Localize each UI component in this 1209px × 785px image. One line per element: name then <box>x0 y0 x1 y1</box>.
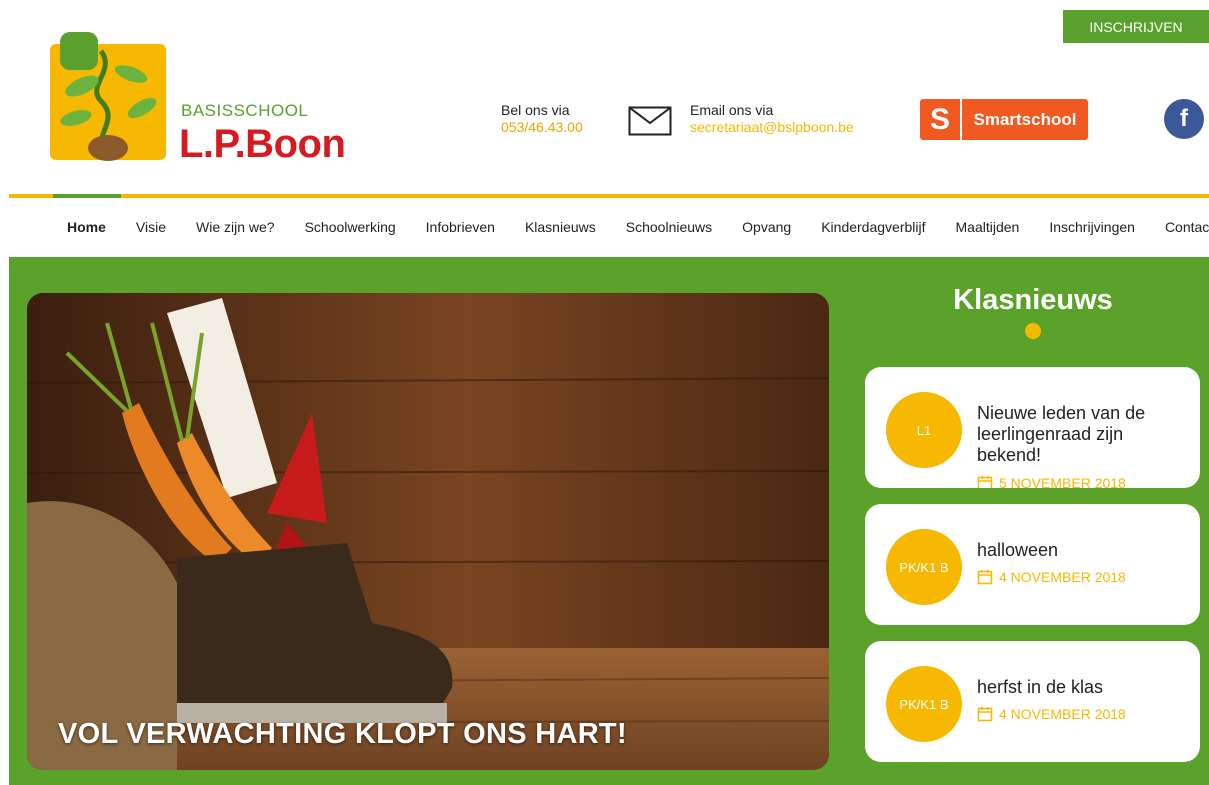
hero-slider[interactable]: VOL VERWACHTING KLOPT ONS HART! <box>27 293 829 770</box>
logo-plant-icon <box>50 32 166 161</box>
news-date: 4 NOVEMBER 2018 <box>977 706 1126 722</box>
nav-item-visie[interactable]: Visie <box>121 210 181 244</box>
news-title[interactable]: halloween <box>977 540 1187 561</box>
enroll-top-button[interactable]: INSCHRIJVEN <box>1063 10 1209 43</box>
main-navigation: Home Visie Wie zijn we? Schoolwerking In… <box>52 210 1209 244</box>
news-card[interactable]: L1 Nieuwe leden van de leerlingenraad zi… <box>865 367 1200 488</box>
class-badge: L1 <box>886 392 962 468</box>
nav-item-schoolwerking[interactable]: Schoolwerking <box>290 210 411 244</box>
news-date: 5 NOVEMBER 2018 <box>977 475 1126 488</box>
logo-subtitle: BASISSCHOOL <box>181 101 309 120</box>
class-badge: PK/K1 B <box>886 529 962 605</box>
nav-item-inschrijvingen[interactable]: Inschrijvingen <box>1034 210 1150 244</box>
smartschool-label: Smartschool <box>973 109 1077 129</box>
sidebar-title: Klasnieuws <box>953 284 1113 316</box>
school-logo[interactable]: BASISSCHOOL L.P.Boon <box>46 26 346 176</box>
nav-item-maaltijden[interactable]: Maaltijden <box>941 210 1035 244</box>
nav-item-wie-zijn-we[interactable]: Wie zijn we? <box>181 210 290 244</box>
nav-item-schoolnieuws[interactable]: Schoolnieuws <box>611 210 727 244</box>
main-content: VOL VERWACHTING KLOPT ONS HART! Klasnieu… <box>9 257 1209 785</box>
nav-item-home[interactable]: Home <box>52 210 121 244</box>
nav-item-infobrieven[interactable]: Infobrieven <box>411 210 510 244</box>
news-title[interactable]: herfst in de klas <box>977 677 1187 698</box>
news-date-text: 5 NOVEMBER 2018 <box>999 475 1126 488</box>
calendar-icon <box>977 570 993 585</box>
nav-item-klasnieuws[interactable]: Klasnieuws <box>510 210 611 244</box>
facebook-icon[interactable]: f <box>1164 99 1204 139</box>
news-date-text: 4 NOVEMBER 2018 <box>999 706 1126 722</box>
nav-item-contact[interactable]: Contact <box>1150 210 1209 244</box>
logo-title: L.P.Boon <box>179 122 346 166</box>
envelope-icon <box>628 106 672 136</box>
nav-item-kinderdagverblijf[interactable]: Kinderdagverblijf <box>806 210 940 244</box>
nav-active-indicator <box>53 194 121 198</box>
nav-item-opvang[interactable]: Opvang <box>727 210 806 244</box>
email-contact: Email ons via secretariaat@bslpboon.be <box>690 102 854 136</box>
phone-label: Bel ons via <box>501 102 570 118</box>
phone-number[interactable]: 053/46.43.00 <box>501 119 583 136</box>
news-date: 4 NOVEMBER 2018 <box>977 569 1126 585</box>
class-badge: PK/K1 B <box>886 666 962 742</box>
email-label: Email ons via <box>690 102 774 118</box>
hero-image <box>27 293 829 770</box>
calendar-icon <box>977 476 993 488</box>
title-dot-decoration <box>1025 323 1041 339</box>
news-date-text: 4 NOVEMBER 2018 <box>999 569 1126 585</box>
phone-contact: Bel ons via 053/46.43.00 <box>501 102 583 136</box>
smartschool-logo-icon: S <box>920 99 962 140</box>
news-title[interactable]: Nieuwe leden van de leerlingenraad zijn … <box>977 403 1187 466</box>
nav-divider <box>9 194 1209 198</box>
calendar-icon <box>977 707 993 722</box>
smartschool-button[interactable]: S Smartschool <box>920 99 1088 140</box>
news-card[interactable]: PK/K1 B halloween 4 NOVEMBER 2018 <box>865 504 1200 625</box>
news-card[interactable]: PK/K1 B herfst in de klas 4 NOVEMBER 201… <box>865 641 1200 762</box>
email-address-link[interactable]: secretariaat@bslpboon.be <box>690 119 854 136</box>
hero-caption: VOL VERWACHTING KLOPT ONS HART! <box>58 718 627 750</box>
